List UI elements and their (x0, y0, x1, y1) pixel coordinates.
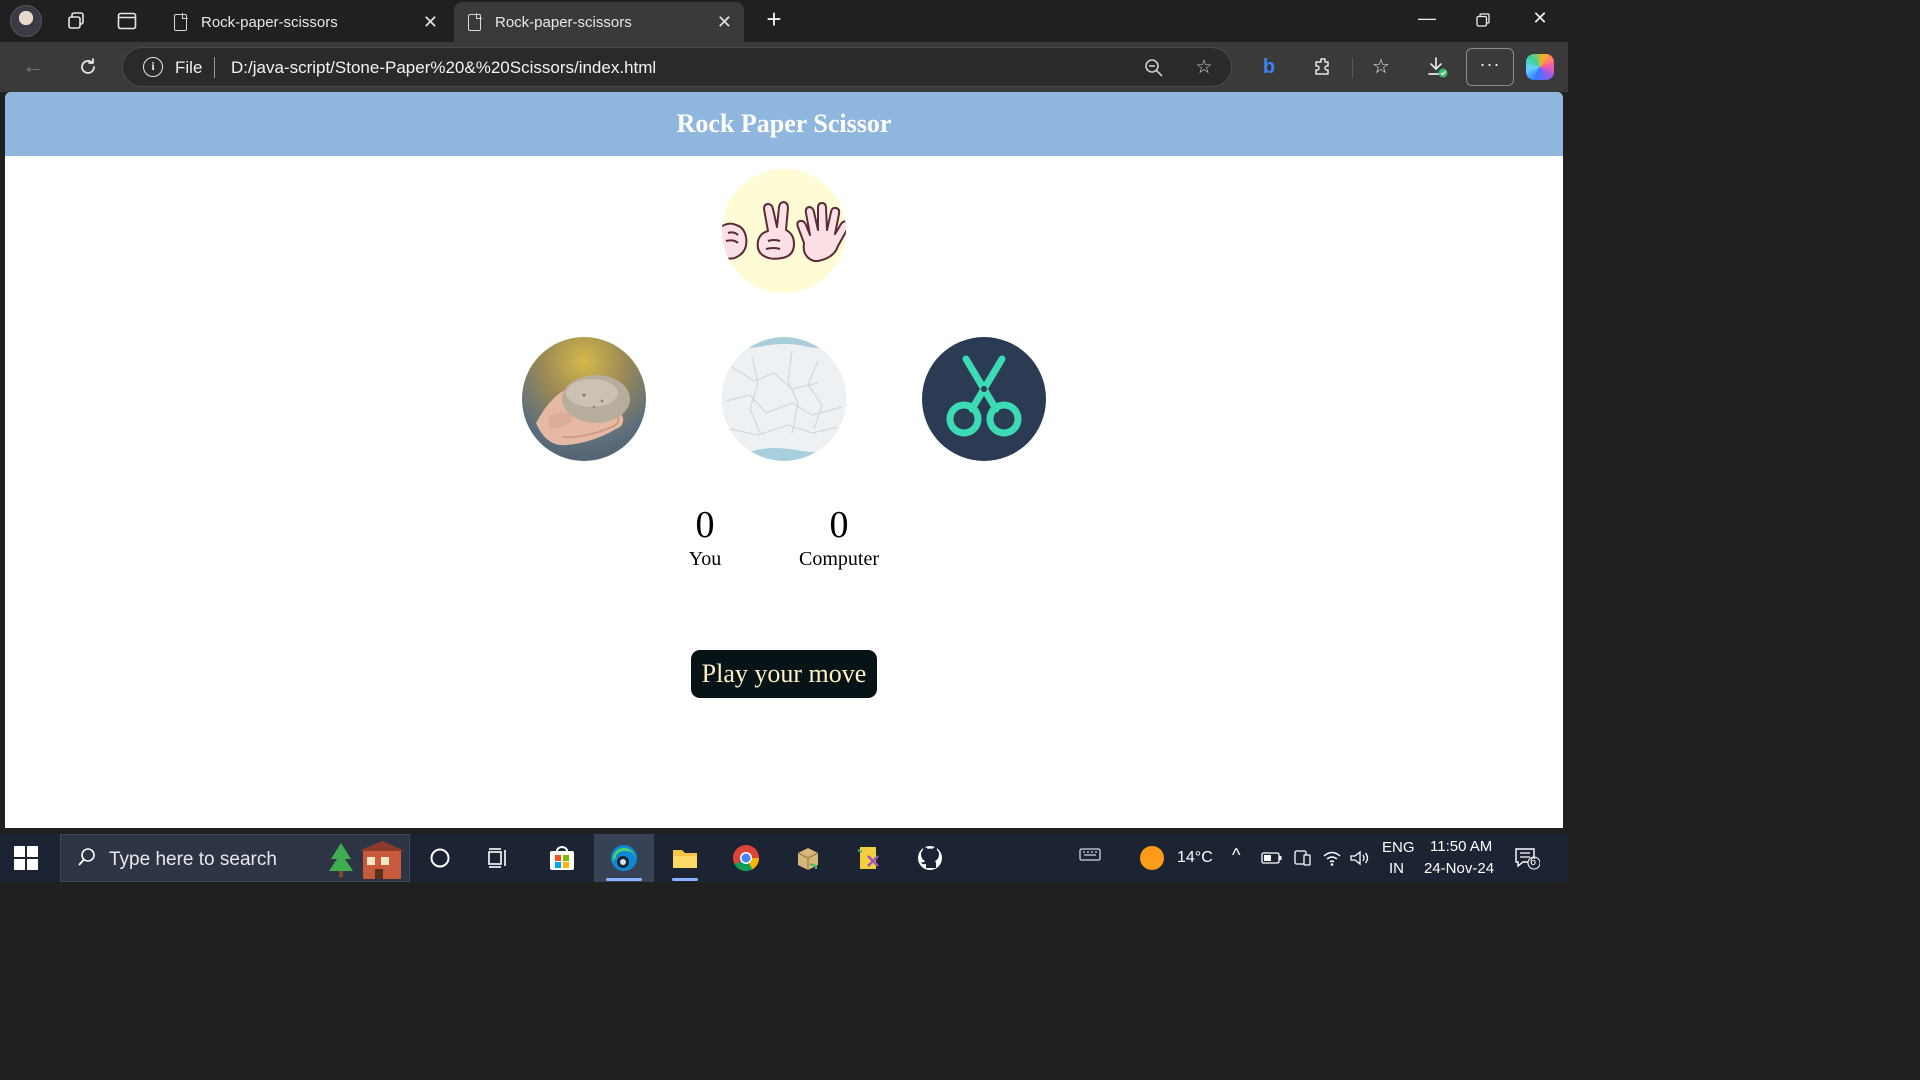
scissors-icon (946, 355, 1022, 437)
browser-tab-bar: Rock-paper-scissors ✕ Rock-paper-scissor… (0, 0, 1568, 42)
explorer-running-indicator (672, 878, 698, 881)
close-window-button[interactable]: ✕ (1525, 8, 1555, 34)
package-app-icon[interactable] (790, 840, 826, 876)
bing-icon[interactable]: b (1254, 53, 1284, 81)
site-info-icon[interactable]: i (143, 57, 163, 77)
document-icon (468, 12, 482, 31)
sticky-tool-icon[interactable] (851, 840, 887, 876)
microsoft-store-icon[interactable] (544, 840, 580, 876)
new-tab-button[interactable]: + (760, 6, 788, 34)
edge-browser-icon[interactable] (606, 840, 642, 876)
downloads-icon[interactable] (1422, 53, 1452, 81)
page-header: Rock Paper Scissor (5, 92, 1563, 156)
favorites-icon[interactable]: ☆ (1366, 53, 1396, 81)
computer-score: 0 (829, 504, 849, 546)
page-title: Rock Paper Scissor (676, 109, 892, 138)
document-icon (174, 12, 188, 31)
weather-temperature[interactable]: 14°C (1177, 849, 1213, 867)
taskbar-search-box[interactable]: Type here to search (60, 834, 410, 882)
browser-toolbar: ← i File D:/java-script/Stone-Paper%20&%… (0, 42, 1568, 92)
settings-more-button[interactable]: ··· (1466, 48, 1514, 86)
notifications-icon[interactable]: 6 (1514, 846, 1541, 870)
show-hidden-icons-chevron-icon[interactable]: ^ (1232, 845, 1240, 866)
crumpled-paper-image (722, 344, 846, 453)
computer-score-block: 0 Computer (790, 505, 888, 573)
computer-score-label: Computer (799, 548, 879, 570)
scissors-choice[interactable] (922, 337, 1046, 461)
file-explorer-icon[interactable] (667, 840, 703, 876)
tab-title: Rock-paper-scissors (495, 13, 632, 31)
language-indicator[interactable]: ENG (1382, 839, 1415, 856)
cortana-icon[interactable] (422, 840, 458, 876)
tab-title: Rock-paper-scissors (201, 13, 338, 31)
weather-sun-icon[interactable] (1140, 846, 1164, 870)
minimize-button[interactable]: — (1412, 8, 1442, 34)
workspaces-icon[interactable] (60, 6, 92, 36)
windows-start-button[interactable] (14, 846, 38, 870)
restore-button[interactable] (1468, 8, 1498, 34)
task-view-icon[interactable] (481, 840, 517, 876)
page-viewport: Rock Paper Scissor 0 You 0 Computer Play… (5, 92, 1563, 828)
game-message: Play your move (691, 650, 877, 698)
extensions-icon[interactable] (1308, 53, 1338, 81)
paper-choice[interactable] (722, 337, 846, 461)
region-indicator[interactable]: IN (1389, 860, 1404, 877)
chrome-icon[interactable] (728, 840, 764, 876)
profile-avatar[interactable] (10, 5, 42, 37)
volume-icon[interactable] (1342, 840, 1378, 876)
touch-keyboard-icon[interactable] (1072, 836, 1108, 872)
toolbar-separator (1352, 58, 1353, 78)
hand-gestures-illustration (722, 169, 846, 293)
clock-time[interactable]: 11:50 AM (1430, 838, 1492, 855)
windows-taskbar: Type here to search 14°C ^ ENG IN 11:50 … (0, 834, 1568, 882)
user-score: 0 (695, 504, 715, 546)
zoom-out-icon[interactable] (1141, 55, 1167, 81)
vertical-tabs-icon[interactable] (111, 6, 143, 36)
search-highlight-illustration (329, 841, 405, 879)
search-icon (77, 847, 97, 869)
clock-date[interactable]: 24-Nov-24 (1424, 860, 1494, 877)
user-score-block: 0 You (670, 505, 740, 573)
address-bar[interactable]: i File D:/java-script/Stone-Paper%20&%20… (122, 47, 1232, 87)
address-separator (214, 57, 215, 78)
address-url[interactable]: D:/java-script/Stone-Paper%20&%20Scissor… (231, 58, 656, 78)
address-scheme-label: File (175, 58, 203, 77)
back-button[interactable]: ← (18, 53, 48, 81)
rock-choice[interactable] (522, 337, 646, 461)
github-desktop-icon[interactable] (912, 840, 948, 876)
refresh-button[interactable] (73, 53, 103, 81)
user-score-label: You (688, 548, 722, 570)
copilot-icon[interactable] (1526, 54, 1554, 80)
search-placeholder: Type here to search (109, 849, 277, 870)
close-tab-icon[interactable]: ✕ (423, 12, 438, 33)
favorite-star-icon[interactable]: ☆ (1191, 55, 1217, 81)
tab-rock-paper-scissors-1[interactable]: Rock-paper-scissors ✕ (160, 2, 450, 42)
tab-rock-paper-scissors-2[interactable]: Rock-paper-scissors ✕ (454, 2, 744, 42)
notification-count: 6 (1530, 856, 1537, 868)
close-tab-icon[interactable]: ✕ (717, 12, 732, 33)
edge-running-indicator (606, 878, 642, 881)
rock-in-hand-image (536, 375, 630, 446)
